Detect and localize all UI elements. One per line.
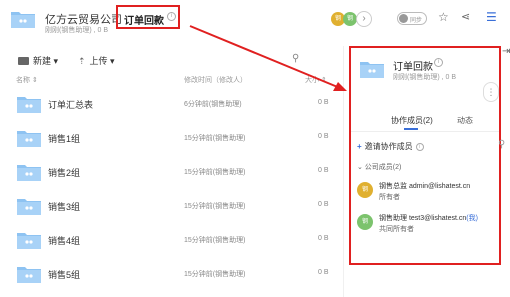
avatar: 钢: [357, 182, 373, 198]
divider: [343, 46, 344, 297]
folder-icon: [16, 162, 42, 182]
folder-meta: 刚刚(钢售助理) , 0 B: [45, 27, 109, 34]
table-row[interactable]: 销售4组 15分钟前(钢售助理) 0 B: [0, 223, 340, 257]
info-icon[interactable]: i: [415, 143, 424, 151]
avatar: 钢: [357, 214, 373, 230]
file-modified: 15分钟前(钢售助理): [184, 203, 246, 210]
toggle-knob: [399, 14, 408, 23]
tab-activity[interactable]: 动态: [457, 115, 473, 126]
file-name[interactable]: 销售3组: [48, 200, 80, 213]
list-view-icon[interactable]: ☰: [486, 10, 497, 24]
panel-folder-title: 订单回款: [393, 62, 433, 73]
active-tab-indicator: [404, 128, 418, 130]
file-modified: 15分钟前(钢售助理): [184, 169, 246, 176]
search-icon[interactable]: ⚲: [498, 139, 505, 150]
file-size: 0 B: [318, 133, 329, 140]
table-row[interactable]: 销售5组 15分钟前(钢售助理) 0 B: [0, 257, 340, 291]
folder-icon: [16, 196, 42, 216]
file-modified: 15分钟前(钢售助理): [184, 271, 246, 278]
folder-icon: [10, 8, 36, 30]
member-avatar[interactable]: 钢: [343, 12, 357, 26]
chevron-right-icon[interactable]: ›: [356, 11, 372, 27]
file-modified: 15分钟前(钢售助理): [184, 135, 246, 142]
me-tag: (我): [466, 215, 478, 222]
search-icon[interactable]: ⚲: [292, 53, 299, 64]
new-button-label: 新建 ▾: [33, 56, 59, 66]
upload-button[interactable]: ⇡ 上传 ▾: [78, 54, 115, 67]
top-header: 亿方云贸易公司 刚刚(钢售助理) , 0 B 订单回款 i 钢 钢 › 同步 ☆…: [0, 0, 510, 40]
file-name[interactable]: 销售1组: [48, 132, 80, 145]
file-size: 0 B: [318, 235, 329, 242]
column-header-modified: 修改时间（修改人）: [184, 77, 247, 84]
table-row[interactable]: 销售3组 15分钟前(钢售助理) 0 B: [0, 189, 340, 223]
upload-button-label: 上传 ▾: [89, 56, 115, 66]
member-name-email: 钢售总监 admin@lishatest.cn: [379, 183, 471, 190]
invite-label: 邀请协作成员: [364, 142, 413, 151]
column-header-name[interactable]: 名称 ⇕: [16, 75, 38, 85]
member-name-email: 钢售助理 test3@lishatest.cn: [379, 215, 467, 222]
file-name[interactable]: 订单汇总表: [48, 98, 93, 111]
company-members-group[interactable]: ⌄ 公司成员(2): [357, 162, 401, 172]
member-item[interactable]: 钢钢售总监 admin@lishatest.cn 所有者: [357, 180, 497, 210]
member-line: 钢售总监 admin@lishatest.cn: [379, 181, 470, 191]
share-icon[interactable]: ⋖: [461, 10, 470, 23]
member-line: 钢售助理 test3@lishatest.cn(我): [379, 213, 478, 223]
folder-icon: [16, 264, 42, 284]
file-size: 0 B: [318, 201, 329, 208]
table-row[interactable]: 销售2组 15分钟前(钢售助理) 0 B: [0, 155, 340, 189]
member-role: 共同所有者: [379, 226, 414, 233]
details-panel: 订单回款 i 刚刚(钢售助理) , 0 B ⋮ 协作成员(2) 动态 + 邀请协作…: [349, 46, 501, 265]
new-button[interactable]: 新建 ▾: [18, 54, 58, 67]
folder-title-text: 订单回款: [124, 16, 164, 27]
divider: [351, 131, 499, 132]
file-modified: 15分钟前(钢售助理): [184, 237, 246, 244]
collapse-panel-icon[interactable]: ⇥: [502, 46, 510, 57]
file-name[interactable]: 销售2组: [48, 166, 80, 179]
file-size: 0 B: [318, 99, 329, 106]
plus-icon: +: [357, 142, 362, 151]
folder-icon: [359, 58, 385, 80]
file-name[interactable]: 销售4组: [48, 234, 80, 247]
sync-label: 同步: [410, 18, 423, 24]
member-item[interactable]: 钢钢售助理 test3@lishatest.cn(我) 共同所有者: [357, 212, 497, 242]
file-size: 0 B: [318, 167, 329, 174]
more-vertical-icon[interactable]: ⋮: [483, 82, 499, 102]
table-row[interactable]: 订单汇总表 6分钟前(钢售助理) 0 B: [0, 87, 340, 121]
info-icon[interactable]: i: [167, 12, 176, 21]
member-role: 所有者: [379, 194, 400, 201]
table-row[interactable]: 销售1组 15分钟前(钢售助理) 0 B: [0, 121, 340, 155]
info-icon[interactable]: i: [434, 58, 443, 67]
file-size: 0 B: [318, 269, 329, 276]
folder-icon: [16, 128, 42, 148]
upload-icon: ⇡: [78, 56, 86, 66]
folder-icon: [16, 94, 42, 114]
folder-icon: [16, 230, 42, 250]
column-header-size[interactable]: 大小 ⇕: [305, 75, 327, 85]
panel-folder-meta: 刚刚(钢售助理) , 0 B: [393, 74, 457, 81]
current-folder-title: 订单回款 i: [116, 5, 180, 29]
file-name[interactable]: 销售5组: [48, 268, 80, 281]
tab-collaborators[interactable]: 协作成员(2): [391, 115, 433, 126]
star-icon[interactable]: ☆: [438, 10, 449, 24]
invite-collaborator-button[interactable]: + 邀请协作成员 i: [357, 141, 424, 152]
sync-toggle[interactable]: 同步: [397, 12, 427, 25]
file-modified: 6分钟前(钢售助理): [184, 101, 242, 108]
folder-plus-icon: [18, 57, 29, 65]
